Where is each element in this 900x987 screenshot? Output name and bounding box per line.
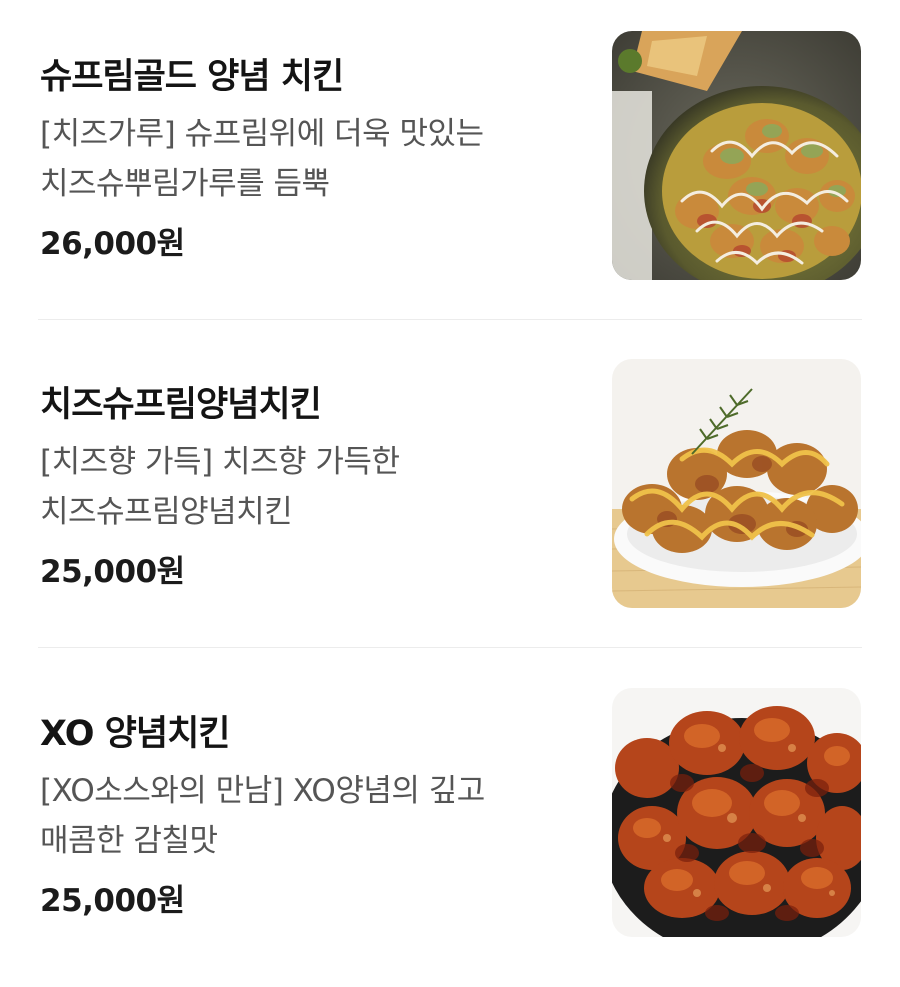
supreme-gold-chicken-photo [612, 31, 861, 280]
menu-item-price: 25,000원 [40, 883, 185, 919]
menu-item-photo[interactable] [612, 31, 861, 280]
menu-list: 슈프림골드 양념 치킨 [치즈가루] 슈프림위에 더욱 맛있는 치즈슈뿌림가루를… [0, 0, 900, 970]
menu-item-cheese-supreme[interactable]: 치즈슈프림양념치킨 [치즈향 가득] 치즈향 가득한 치즈슈프림양념치킨 25,… [0, 328, 900, 658]
divider [38, 319, 862, 320]
menu-item-xo[interactable]: XO 양념치킨 [XO소스와의 만남] XO양념의 깊고 매콤한 감칠맛 25,… [0, 657, 900, 987]
menu-item-price: 25,000원 [40, 554, 185, 590]
divider [38, 647, 862, 648]
menu-item-description: [치즈향 가득] 치즈향 가득한 치즈슈프림양념치킨 [40, 444, 400, 530]
menu-item-name: XO 양념치킨 [40, 714, 230, 754]
menu-item-description: [치즈가루] 슈프림위에 더욱 맛있는 치즈슈뿌림가루를 듬뿍 [40, 116, 484, 202]
menu-item-photo[interactable] [612, 688, 861, 937]
xo-chicken-photo [612, 688, 861, 937]
menu-item-name: 치즈슈프림양념치킨 [40, 385, 322, 425]
menu-item-description: [XO소스와의 만남] XO양념의 깊고 매콤한 감칠맛 [40, 773, 485, 859]
menu-item-price: 26,000원 [40, 226, 185, 262]
menu-item-name: 슈프림골드 양념 치킨 [40, 57, 344, 97]
cheese-supreme-chicken-photo [612, 359, 861, 608]
menu-item-supreme-gold[interactable]: 슈프림골드 양념 치킨 [치즈가루] 슈프림위에 더욱 맛있는 치즈슈뿌림가루를… [0, 0, 900, 330]
menu-item-photo[interactable] [612, 359, 861, 608]
